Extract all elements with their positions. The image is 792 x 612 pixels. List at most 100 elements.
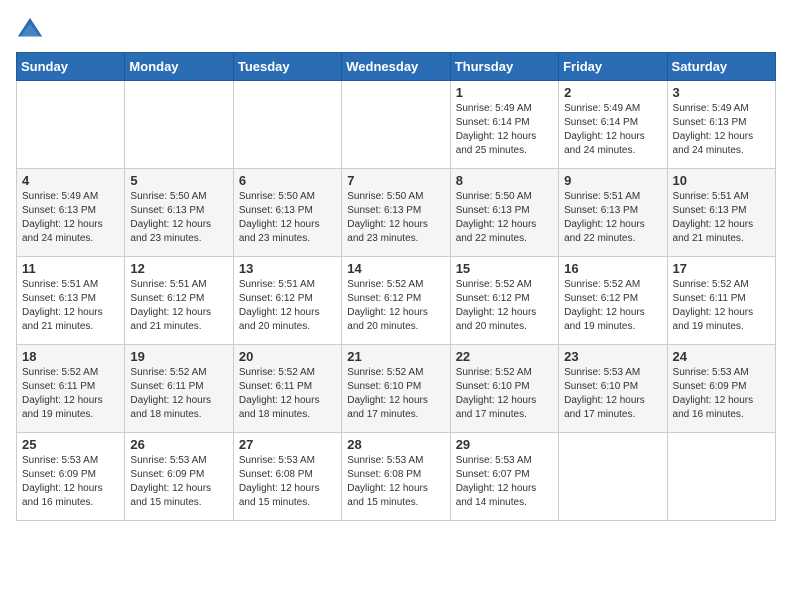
day-info: Sunrise: 5:52 AM Sunset: 6:11 PM Dayligh… <box>673 278 770 334</box>
calendar-cell: 3 Sunrise: 5:49 AM Sunset: 6:13 PM Daylig… <box>667 81 775 169</box>
day-number: 25 <box>22 437 119 452</box>
calendar-cell <box>17 81 125 169</box>
calendar-cell: 19 Sunrise: 5:52 AM Sunset: 6:11 PM Dayli… <box>125 345 233 433</box>
day-number: 27 <box>239 437 336 452</box>
day-number: 5 <box>130 173 227 188</box>
day-info: Sunrise: 5:52 AM Sunset: 6:11 PM Dayligh… <box>130 366 227 422</box>
weekday-header-sunday: Sunday <box>17 53 125 81</box>
calendar-cell: 16 Sunrise: 5:52 AM Sunset: 6:12 PM Dayli… <box>559 257 667 345</box>
day-number: 22 <box>456 349 553 364</box>
calendar-cell: 11 Sunrise: 5:51 AM Sunset: 6:13 PM Dayli… <box>17 257 125 345</box>
day-number: 8 <box>456 173 553 188</box>
day-info: Sunrise: 5:53 AM Sunset: 6:07 PM Dayligh… <box>456 454 553 510</box>
day-info: Sunrise: 5:53 AM Sunset: 6:09 PM Dayligh… <box>673 366 770 422</box>
weekday-header-saturday: Saturday <box>667 53 775 81</box>
day-number: 12 <box>130 261 227 276</box>
day-info: Sunrise: 5:52 AM Sunset: 6:10 PM Dayligh… <box>456 366 553 422</box>
day-number: 29 <box>456 437 553 452</box>
calendar-cell: 28Sunrise: 5:53 AM Sunset: 6:08 PM Dayli… <box>342 433 450 521</box>
calendar-cell: 21 Sunrise: 5:52 AM Sunset: 6:10 PM Dayli… <box>342 345 450 433</box>
calendar-cell <box>125 81 233 169</box>
day-number: 16 <box>564 261 661 276</box>
day-info: Sunrise: 5:49 AM Sunset: 6:13 PM Dayligh… <box>673 102 770 158</box>
weekday-header-wednesday: Wednesday <box>342 53 450 81</box>
calendar-week-5: 25 Sunrise: 5:53 AM Sunset: 6:09 PM Dayli… <box>17 433 776 521</box>
calendar-cell: 14 Sunrise: 5:52 AM Sunset: 6:12 PM Dayli… <box>342 257 450 345</box>
day-info: Sunrise: 5:53 AM Sunset: 6:09 PM Dayligh… <box>22 454 119 510</box>
day-number: 17 <box>673 261 770 276</box>
day-number: 15 <box>456 261 553 276</box>
calendar-cell: 13 Sunrise: 5:51 AM Sunset: 6:12 PM Dayli… <box>233 257 341 345</box>
logo <box>16 16 48 44</box>
day-info: Sunrise: 5:52 AM Sunset: 6:11 PM Dayligh… <box>239 366 336 422</box>
logo-icon <box>16 16 44 44</box>
day-info: Sunrise: 5:51 AM Sunset: 6:12 PM Dayligh… <box>130 278 227 334</box>
calendar-cell: 5 Sunrise: 5:50 AM Sunset: 6:13 PM Daylig… <box>125 169 233 257</box>
calendar-cell: 17 Sunrise: 5:52 AM Sunset: 6:11 PM Dayli… <box>667 257 775 345</box>
day-info: Sunrise: 5:52 AM Sunset: 6:12 PM Dayligh… <box>456 278 553 334</box>
day-info: Sunrise: 5:52 AM Sunset: 6:11 PM Dayligh… <box>22 366 119 422</box>
calendar-cell: 9 Sunrise: 5:51 AM Sunset: 6:13 PM Daylig… <box>559 169 667 257</box>
calendar-cell: 29 Sunrise: 5:53 AM Sunset: 6:07 PM Dayli… <box>450 433 558 521</box>
day-info: Sunrise: 5:50 AM Sunset: 6:13 PM Dayligh… <box>456 190 553 246</box>
day-info: Sunrise: 5:51 AM Sunset: 6:13 PM Dayligh… <box>22 278 119 334</box>
weekday-header-monday: Monday <box>125 53 233 81</box>
calendar-week-4: 18 Sunrise: 5:52 AM Sunset: 6:11 PM Dayli… <box>17 345 776 433</box>
calendar-cell: 2Sunrise: 5:49 AM Sunset: 6:14 PM Daylig… <box>559 81 667 169</box>
day-info: Sunrise: 5:52 AM Sunset: 6:10 PM Dayligh… <box>347 366 444 422</box>
day-info: Sunrise: 5:53 AM Sunset: 6:09 PM Dayligh… <box>130 454 227 510</box>
day-info: Sunrise: 5:51 AM Sunset: 6:13 PM Dayligh… <box>673 190 770 246</box>
day-number: 23 <box>564 349 661 364</box>
day-number: 1 <box>456 85 553 100</box>
day-number: 9 <box>564 173 661 188</box>
calendar-cell <box>342 81 450 169</box>
day-info: Sunrise: 5:49 AM Sunset: 6:14 PM Dayligh… <box>456 102 553 158</box>
day-number: 13 <box>239 261 336 276</box>
day-number: 18 <box>22 349 119 364</box>
calendar-cell: 10 Sunrise: 5:51 AM Sunset: 6:13 PM Dayli… <box>667 169 775 257</box>
calendar-cell <box>233 81 341 169</box>
calendar-cell: 23 Sunrise: 5:53 AM Sunset: 6:10 PM Dayli… <box>559 345 667 433</box>
calendar-week-2: 4Sunrise: 5:49 AM Sunset: 6:13 PM Daylig… <box>17 169 776 257</box>
day-info: Sunrise: 5:53 AM Sunset: 6:08 PM Dayligh… <box>239 454 336 510</box>
calendar-week-1: 1 Sunrise: 5:49 AM Sunset: 6:14 PM Daylig… <box>17 81 776 169</box>
day-number: 11 <box>22 261 119 276</box>
day-info: Sunrise: 5:50 AM Sunset: 6:13 PM Dayligh… <box>130 190 227 246</box>
day-number: 3 <box>673 85 770 100</box>
day-info: Sunrise: 5:53 AM Sunset: 6:10 PM Dayligh… <box>564 366 661 422</box>
day-info: Sunrise: 5:49 AM Sunset: 6:14 PM Dayligh… <box>564 102 661 158</box>
calendar-cell: 8 Sunrise: 5:50 AM Sunset: 6:13 PM Daylig… <box>450 169 558 257</box>
weekday-header-thursday: Thursday <box>450 53 558 81</box>
calendar-cell: 1 Sunrise: 5:49 AM Sunset: 6:14 PM Daylig… <box>450 81 558 169</box>
calendar-cell: 20 Sunrise: 5:52 AM Sunset: 6:11 PM Dayli… <box>233 345 341 433</box>
day-number: 26 <box>130 437 227 452</box>
day-number: 6 <box>239 173 336 188</box>
day-number: 19 <box>130 349 227 364</box>
calendar-cell: 7 Sunrise: 5:50 AM Sunset: 6:13 PM Daylig… <box>342 169 450 257</box>
day-info: Sunrise: 5:52 AM Sunset: 6:12 PM Dayligh… <box>347 278 444 334</box>
day-number: 21 <box>347 349 444 364</box>
calendar-cell: 25 Sunrise: 5:53 AM Sunset: 6:09 PM Dayli… <box>17 433 125 521</box>
day-info: Sunrise: 5:51 AM Sunset: 6:12 PM Dayligh… <box>239 278 336 334</box>
day-number: 4 <box>22 173 119 188</box>
day-number: 20 <box>239 349 336 364</box>
day-info: Sunrise: 5:51 AM Sunset: 6:13 PM Dayligh… <box>564 190 661 246</box>
day-number: 10 <box>673 173 770 188</box>
calendar-cell: 22 Sunrise: 5:52 AM Sunset: 6:10 PM Dayli… <box>450 345 558 433</box>
calendar-cell: 6 Sunrise: 5:50 AM Sunset: 6:13 PM Daylig… <box>233 169 341 257</box>
weekday-header-friday: Friday <box>559 53 667 81</box>
calendar-cell: 15 Sunrise: 5:52 AM Sunset: 6:12 PM Dayli… <box>450 257 558 345</box>
calendar-cell: 12 Sunrise: 5:51 AM Sunset: 6:12 PM Dayli… <box>125 257 233 345</box>
calendar-cell: 27 Sunrise: 5:53 AM Sunset: 6:08 PM Dayli… <box>233 433 341 521</box>
calendar-header-row: SundayMondayTuesdayWednesdayThursdayFrid… <box>17 53 776 81</box>
day-info: Sunrise: 5:50 AM Sunset: 6:13 PM Dayligh… <box>239 190 336 246</box>
calendar-cell <box>559 433 667 521</box>
day-number: 7 <box>347 173 444 188</box>
calendar-cell: 4Sunrise: 5:49 AM Sunset: 6:13 PM Daylig… <box>17 169 125 257</box>
page-header <box>16 16 776 44</box>
day-info: Sunrise: 5:52 AM Sunset: 6:12 PM Dayligh… <box>564 278 661 334</box>
day-info: Sunrise: 5:50 AM Sunset: 6:13 PM Dayligh… <box>347 190 444 246</box>
calendar-table: SundayMondayTuesdayWednesdayThursdayFrid… <box>16 52 776 521</box>
calendar-week-3: 11 Sunrise: 5:51 AM Sunset: 6:13 PM Dayli… <box>17 257 776 345</box>
day-number: 14 <box>347 261 444 276</box>
